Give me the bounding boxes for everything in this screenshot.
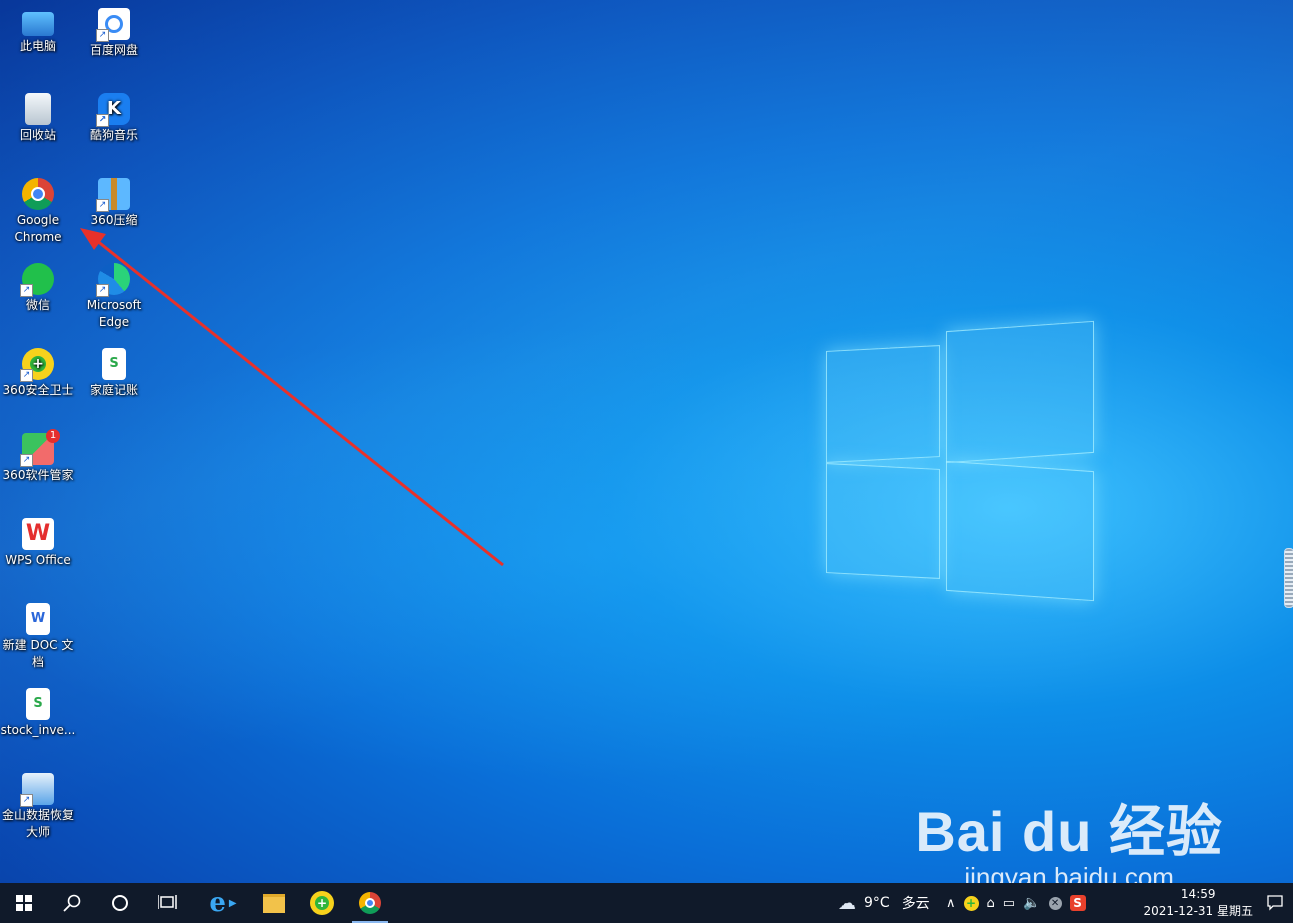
clock-time: 14:59 <box>1180 887 1216 901</box>
taskbar: e ▶ + ☁ 9°C 多云 ∧ + ⌂ ▭ 🔈 ✕ S 14:59 2021-… <box>0 883 1293 923</box>
word-document-icon: W <box>26 603 50 635</box>
windows-logo-wallpaper <box>826 320 1094 602</box>
system-clock[interactable]: 14:59 2021-12-31 星期五 <box>1143 886 1253 920</box>
chrome-icon <box>359 892 381 914</box>
shortcut-arrow-icon: ↗ <box>20 454 33 467</box>
notification-badge: 1 <box>46 429 60 443</box>
logo-pane <box>946 320 1094 464</box>
wallpaper-glow <box>0 0 1293 923</box>
desktop-icon-360-zip[interactable]: ↗ 360压缩 <box>76 172 152 229</box>
logo-pane <box>946 460 1094 602</box>
task-view-button[interactable] <box>144 883 192 923</box>
desktop-icon-kugou[interactable]: K ↗ 酷狗音乐 <box>76 87 152 144</box>
spreadsheet-icon: S <box>102 348 126 380</box>
shortcut-arrow-icon: ↗ <box>20 794 33 807</box>
weather-condition: 多云 <box>901 896 930 912</box>
desktop-icon-wechat[interactable]: ↗ 微信 <box>0 257 76 314</box>
spreadsheet-icon: S <box>26 688 50 720</box>
start-button[interactable] <box>0 883 48 923</box>
sogou-ime-icon[interactable]: S <box>1069 895 1086 911</box>
network-icon[interactable]: ▭ <box>1003 896 1015 911</box>
360-security-icon: + ↗ <box>20 348 54 382</box>
weather-widget[interactable]: ☁ 9°C 多云 <box>838 883 930 923</box>
chevron-right-icon: ▶ <box>228 897 237 909</box>
shortcut-arrow-icon: ↗ <box>96 284 109 297</box>
taskbar-chrome-button[interactable] <box>346 883 394 923</box>
taskbar-ie-button[interactable]: e ▶ <box>196 883 250 923</box>
desktop-icon-edge[interactable]: ↗ Microsoft Edge <box>76 257 152 331</box>
wps-office-icon: W <box>22 518 54 550</box>
usb-device-icon[interactable]: ⌂ <box>987 896 995 911</box>
baidu-jingyan-watermark: Bai du 经验 jingyan.baidu.com <box>915 800 1223 892</box>
desktop-icon-stock-investment[interactable]: S stock_inve... <box>0 682 76 739</box>
folder-icon <box>263 893 285 913</box>
desktop-icon-family-ledger[interactable]: S 家庭记账 <box>76 342 152 399</box>
action-center-button[interactable] <box>1257 883 1293 923</box>
360-software-manager-icon: 1 ↗ <box>20 429 60 467</box>
recycle-bin-icon <box>25 93 51 125</box>
kugou-music-icon: K ↗ <box>96 93 130 127</box>
search-icon <box>63 894 81 912</box>
desktop-icon-recycle-bin[interactable]: 回收站 <box>0 87 76 144</box>
chevron-up-icon[interactable]: ∧ <box>946 896 956 911</box>
computer-icon <box>22 12 54 36</box>
desktop-icon-new-doc[interactable]: W 新建 DOC 文档 <box>0 597 76 671</box>
clock-date: 2021-12-31 星期五 <box>1143 904 1253 918</box>
scrollbar-handle[interactable] <box>1284 548 1293 608</box>
logo-pane <box>826 463 940 579</box>
logo-pane <box>826 345 940 463</box>
desktop-icon-this-pc[interactable]: 此电脑 <box>0 2 76 55</box>
task-view-icon <box>158 895 177 909</box>
baidu-netdisk-icon: ↗ <box>96 8 130 42</box>
desktop-icon-360-software-manager[interactable]: 1 ↗ 360软件管家 <box>0 427 76 484</box>
close-circle-icon[interactable]: ✕ <box>1048 896 1062 910</box>
desktop-icon-baidu-netdisk[interactable]: ↗ 百度网盘 <box>76 2 152 59</box>
windows-start-icon <box>16 895 32 911</box>
desktop-icon-data-recovery[interactable]: ↗ 金山数据恢复大师 <box>0 767 76 841</box>
desktop-icon-chrome[interactable]: Google Chrome <box>0 172 76 246</box>
360-zip-icon: ↗ <box>96 178 130 212</box>
data-recovery-icon: ↗ <box>20 773 54 807</box>
shortcut-arrow-icon: ↗ <box>96 199 109 212</box>
taskbar-file-explorer-button[interactable] <box>250 883 298 923</box>
weather-temperature: 9°C <box>864 895 890 911</box>
shortcut-arrow-icon: ↗ <box>96 29 109 42</box>
cortana-circle-icon <box>112 895 128 911</box>
edge-icon: ↗ <box>96 263 130 297</box>
cloud-icon: ☁ <box>838 892 856 914</box>
chrome-icon <box>22 178 54 210</box>
search-button[interactable] <box>48 883 96 923</box>
internet-explorer-icon: e <box>209 888 226 918</box>
shortcut-arrow-icon: ↗ <box>20 369 33 382</box>
360-tray-icon[interactable]: + <box>963 895 979 911</box>
shortcut-arrow-icon: ↗ <box>20 284 33 297</box>
taskbar-360-security-button[interactable]: + <box>298 883 346 923</box>
desktop-icon-wps-office[interactable]: W WPS Office <box>0 512 76 569</box>
wechat-icon: ↗ <box>20 263 54 297</box>
volume-icon[interactable]: 🔈 <box>1023 895 1040 911</box>
desktop-icon-360-security[interactable]: + ↗ 360安全卫士 <box>0 342 76 399</box>
cortana-button[interactable] <box>96 883 144 923</box>
notification-icon <box>1267 895 1283 911</box>
shortcut-arrow-icon: ↗ <box>96 114 109 127</box>
360-security-icon: + <box>310 891 334 915</box>
system-tray: ∧ + ⌂ ▭ 🔈 ✕ S <box>946 883 1086 923</box>
